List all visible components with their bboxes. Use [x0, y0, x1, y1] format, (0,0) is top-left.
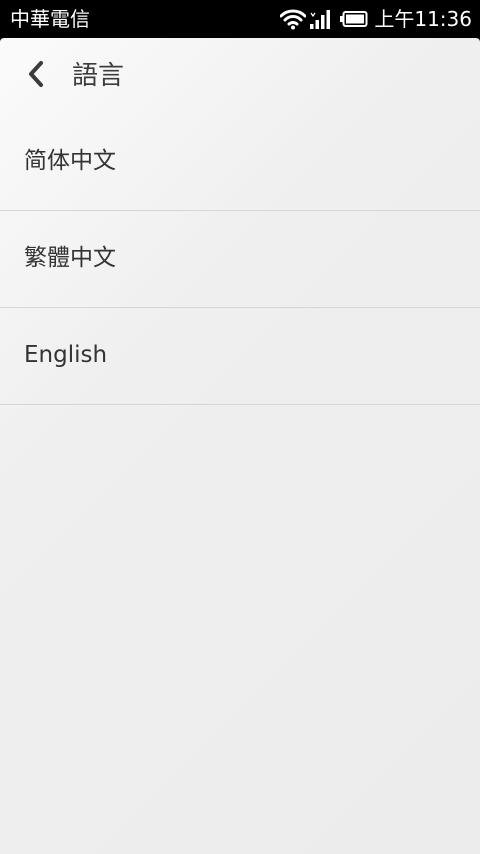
language-settings-screen: 語言 简体中文 繁體中文 English [0, 38, 480, 854]
chevron-left-icon [26, 60, 46, 92]
signal-icon [310, 9, 332, 29]
language-list: 简体中文 繁體中文 English [0, 114, 480, 405]
wifi-icon [280, 8, 307, 30]
header: 語言 [0, 38, 480, 114]
status-icons: 上午11:36 [280, 6, 472, 32]
language-option-simplified-chinese[interactable]: 简体中文 [0, 114, 480, 211]
language-label: 繁體中文 [24, 245, 116, 271]
language-label: English [24, 342, 108, 368]
page-title: 語言 [72, 61, 125, 91]
battery-icon [340, 11, 368, 27]
back-button[interactable] [18, 58, 54, 94]
language-option-traditional-chinese[interactable]: 繁體中文 [0, 211, 480, 308]
screen: 中華電信 上午11:36 語言 简体中文 繁體中文 English [0, 0, 480, 854]
language-label: 简体中文 [24, 148, 116, 174]
carrier-name: 中華電信 [10, 7, 90, 31]
status-bar: 中華電信 上午11:36 [0, 0, 480, 38]
language-option-english[interactable]: English [0, 308, 480, 405]
clock: 上午11:36 [374, 7, 472, 31]
